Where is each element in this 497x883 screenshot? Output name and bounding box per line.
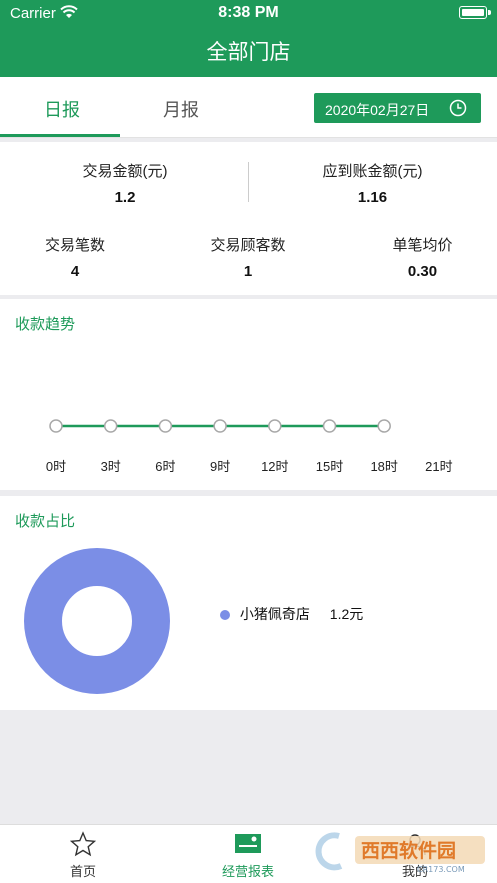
trend-card: 收款趋势 0时 3时 6时 9时 12时 15时 18时 21时 (0, 299, 497, 490)
trend-hour-label: 15时 (316, 459, 343, 474)
date-label: 2020年02月27日 (325, 102, 430, 118)
trend-chart: 0时 3时 6时 9时 12时 15时 18时 21时 (46, 419, 453, 474)
watermark-text: 西西软件园 (361, 839, 456, 862)
ratio-donut-chart (24, 548, 170, 694)
trend-hour-label: 18时 (370, 459, 397, 474)
trend-point[interactable] (213, 419, 227, 433)
tabbar-home-label: 首页 (69, 864, 96, 879)
metric-customers-value: 1 (243, 263, 253, 280)
battery-icon (459, 6, 491, 19)
status-bar: Carrier 8:38 PM (0, 0, 497, 26)
metric-customers: 交易顾客数 1 (198, 234, 298, 280)
report-card-icon (235, 834, 261, 853)
tab-indicator (0, 134, 120, 137)
trend-hour-label: 9时 (210, 459, 230, 474)
ratio-card: 收款占比 小猪佩奇店 1.2元 (0, 496, 497, 710)
watermark-sub: CR173.COM (417, 865, 465, 874)
trend-point[interactable] (268, 419, 282, 433)
trend-point[interactable] (377, 419, 391, 433)
tab-monthly[interactable]: 月报 (163, 96, 199, 122)
summary-card: 交易金额(元) 1.2 应到账金额(元) 1.16 交易笔数 4 交易顾客数 1… (0, 142, 497, 295)
metric-customers-label: 交易顾客数 (210, 237, 286, 254)
tabbar-report[interactable]: 经营报表 (208, 831, 288, 880)
clock-time: 8:38 PM (218, 4, 279, 21)
tabbar-home[interactable]: 首页 (43, 831, 123, 880)
metric-amount-value: 1.2 (114, 189, 136, 206)
metric-count-value: 4 (70, 263, 80, 280)
metric-avg-value: 0.30 (407, 263, 438, 280)
watermark-logo: 西西软件园 CR173.COM (315, 832, 485, 874)
trend-hour-label: 12时 (261, 459, 288, 474)
trend-point[interactable] (158, 419, 173, 433)
trend-hour-label: 0时 (46, 459, 66, 474)
divider (248, 162, 249, 202)
trend-point[interactable] (49, 419, 63, 433)
trend-hour-label: 21时 (425, 459, 452, 474)
metric-settle-value: 1.16 (357, 189, 388, 206)
metric-count: 交易笔数 4 (35, 234, 115, 280)
star-icon (70, 831, 96, 857)
metric-amount: 交易金额(元) 1.2 (70, 160, 180, 206)
metric-avg: 单笔均价 0.30 (380, 234, 465, 280)
legend-store-name: 小猪佩奇店 (239, 606, 310, 622)
tab-daily[interactable]: 日报 (44, 96, 80, 122)
metric-avg-label: 单笔均价 (392, 237, 453, 254)
ratio-title: 收款占比 (15, 513, 76, 530)
legend-dot (220, 610, 230, 621)
date-picker-button[interactable]: 2020年02月27日 (314, 93, 481, 123)
metric-settle: 应到账金额(元) 1.16 (305, 160, 440, 206)
metric-count-label: 交易笔数 (44, 237, 105, 254)
donut-slice (24, 548, 170, 694)
metric-settle-label: 应到账金额(元) (322, 163, 423, 180)
ratio-legend: 小猪佩奇店 1.2元 (220, 604, 363, 624)
trend-point[interactable] (103, 419, 118, 433)
nav-header: Carrier 8:38 PM 全部门店 (0, 0, 497, 77)
clock-icon (449, 99, 467, 117)
trend-point[interactable] (322, 419, 337, 433)
legend-amount: 1.2元 (329, 606, 364, 622)
report-tabs: 日报 月报 2020年02月27日 (0, 77, 497, 138)
trend-hour-label: 3时 (101, 459, 121, 474)
trend-hour-label: 6时 (155, 459, 175, 474)
tabbar-report-label: 经营报表 (221, 864, 274, 879)
page-title[interactable]: 全部门店 (0, 36, 497, 66)
metric-amount-label: 交易金额(元) (82, 163, 168, 180)
